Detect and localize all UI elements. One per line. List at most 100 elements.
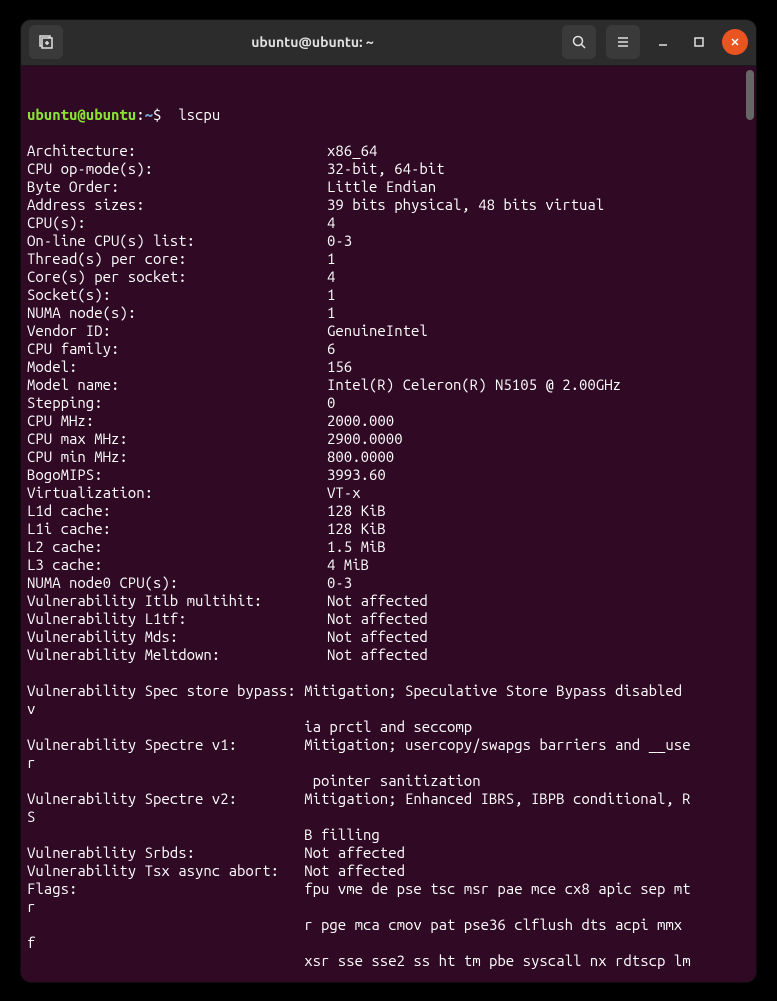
output-key: CPU MHz: xyxy=(27,412,327,430)
output-row: Vulnerability Meltdown:Not affected xyxy=(27,646,750,664)
output-key: Socket(s): xyxy=(27,286,327,304)
output-row: CPU max MHz:2900.0000 xyxy=(27,430,750,448)
output-row: Byte Order:Little Endian xyxy=(27,178,750,196)
search-button[interactable] xyxy=(562,25,596,59)
output-row: CPU family:6 xyxy=(27,340,750,358)
output-line: Vulnerability Srbds: Not affected xyxy=(27,844,750,862)
maximize-button[interactable] xyxy=(686,29,712,55)
close-button[interactable] xyxy=(722,29,748,55)
output-value: Not affected xyxy=(327,646,750,664)
menu-button[interactable] xyxy=(606,25,640,59)
output-row: CPU op-mode(s):32-bit, 64-bit xyxy=(27,160,750,178)
output-key: Virtualization: xyxy=(27,484,327,502)
output-row: Model name:Intel(R) Celeron(R) N5105 @ 2… xyxy=(27,376,750,394)
output-row: NUMA node(s):1 xyxy=(27,304,750,322)
prompt-user-host: ubuntu@ubuntu xyxy=(27,106,136,123)
output-value: 0 xyxy=(327,394,750,412)
output-key: L2 cache: xyxy=(27,538,327,556)
output-row: Virtualization:VT-x xyxy=(27,484,750,502)
minimize-button[interactable] xyxy=(650,29,676,55)
output-key: Thread(s) per core: xyxy=(27,250,327,268)
output-value: 128 KiB xyxy=(327,502,750,520)
output-value: Not affected xyxy=(327,628,750,646)
output-line: r xyxy=(27,898,750,916)
output-row: L3 cache:4 MiB xyxy=(27,556,750,574)
output-key: CPU min MHz: xyxy=(27,448,327,466)
output-value: Little Endian xyxy=(327,178,750,196)
output-value: 4 xyxy=(327,214,750,232)
output-value: Not affected xyxy=(327,592,750,610)
window-title: ubuntu@ubuntu: ~ xyxy=(71,34,554,50)
output-value: 1 xyxy=(327,250,750,268)
output-key: CPU family: xyxy=(27,340,327,358)
new-tab-button[interactable] xyxy=(29,25,63,59)
output-row: NUMA node0 CPU(s):0-3 xyxy=(27,574,750,592)
prompt-path: ~ xyxy=(145,106,153,123)
output-line: Vulnerability Spectre v2: Mitigation; En… xyxy=(27,790,750,808)
output-row: Architecture:x86_64 xyxy=(27,142,750,160)
output-value: 800.0000 xyxy=(327,448,750,466)
scrollbar[interactable] xyxy=(746,70,754,120)
output-line: r pge mca cmov pat pse36 clflush dts acp… xyxy=(27,916,750,934)
output-row: CPU MHz:2000.000 xyxy=(27,412,750,430)
output-row: Core(s) per socket:4 xyxy=(27,268,750,286)
output-key: Model: xyxy=(27,358,327,376)
command: lscpu xyxy=(178,106,220,123)
output-key: Core(s) per socket: xyxy=(27,268,327,286)
output-key: Architecture: xyxy=(27,142,327,160)
output-key: Vulnerability Mds: xyxy=(27,628,327,646)
output-value: VT-x xyxy=(327,484,750,502)
output-row: CPU min MHz:800.0000 xyxy=(27,448,750,466)
output-row: L1d cache:128 KiB xyxy=(27,502,750,520)
output-row: BogoMIPS:3993.60 xyxy=(27,466,750,484)
output-value: 6 xyxy=(327,340,750,358)
output-key: Vulnerability L1tf: xyxy=(27,610,327,628)
output-key: L3 cache: xyxy=(27,556,327,574)
output-row: L1i cache:128 KiB xyxy=(27,520,750,538)
output-value: 1 xyxy=(327,304,750,322)
output-value: GenuineIntel xyxy=(327,322,750,340)
output-line: r xyxy=(27,754,750,772)
output-value: 3993.60 xyxy=(327,466,750,484)
output-key: Vulnerability Meltdown: xyxy=(27,646,327,664)
output-key: Vulnerability Itlb multihit: xyxy=(27,592,327,610)
output-key: BogoMIPS: xyxy=(27,466,327,484)
output-line: B filling xyxy=(27,826,750,844)
output-row: Model:156 xyxy=(27,358,750,376)
output-row: Thread(s) per core:1 xyxy=(27,250,750,268)
output-row: CPU(s):4 xyxy=(27,214,750,232)
output-value: 0-3 xyxy=(327,232,750,250)
output-line: v xyxy=(27,700,750,718)
output-line: Flags: fpu vme de pse tsc msr pae mce cx… xyxy=(27,880,750,898)
output-row: Vendor ID:GenuineIntel xyxy=(27,322,750,340)
output-row: Vulnerability L1tf:Not affected xyxy=(27,610,750,628)
output-key: On-line CPU(s) list: xyxy=(27,232,327,250)
output-key: Byte Order: xyxy=(27,178,327,196)
output-line: xsr sse sse2 ss ht tm pbe syscall nx rdt… xyxy=(27,952,750,970)
output-key: Vendor ID: xyxy=(27,322,327,340)
output-value: 2000.000 xyxy=(327,412,750,430)
output-value: 128 KiB xyxy=(327,520,750,538)
output-key: CPU max MHz: xyxy=(27,430,327,448)
terminal-output[interactable]: ubuntu@ubuntu:~$ lscpu Architecture:x86_… xyxy=(21,66,756,982)
output-value: 39 bits physical, 48 bits virtual xyxy=(327,196,750,214)
output-line xyxy=(27,970,750,982)
output-value: x86_64 xyxy=(327,142,750,160)
output-row: Vulnerability Mds:Not affected xyxy=(27,628,750,646)
output-row: Socket(s):1 xyxy=(27,286,750,304)
titlebar: ubuntu@ubuntu: ~ xyxy=(21,20,756,66)
output-value: 0-3 xyxy=(327,574,750,592)
output-line: Vulnerability Spectre v1: Mitigation; us… xyxy=(27,736,750,754)
output-value: 1.5 MiB xyxy=(327,538,750,556)
output-row: Address sizes:39 bits physical, 48 bits … xyxy=(27,196,750,214)
output-value: 4 xyxy=(327,268,750,286)
output-line: Vulnerability Spec store bypass: Mitigat… xyxy=(27,682,750,700)
output-line: Vulnerability Tsx async abort: Not affec… xyxy=(27,862,750,880)
output-value: Not affected xyxy=(327,610,750,628)
output-line: ia prctl and seccomp xyxy=(27,718,750,736)
output-value: Intel(R) Celeron(R) N5105 @ 2.00GHz xyxy=(327,376,750,394)
output-key: CPU(s): xyxy=(27,214,327,232)
output-line: pointer sanitization xyxy=(27,772,750,790)
output-key: L1d cache: xyxy=(27,502,327,520)
output-line: f xyxy=(27,934,750,952)
